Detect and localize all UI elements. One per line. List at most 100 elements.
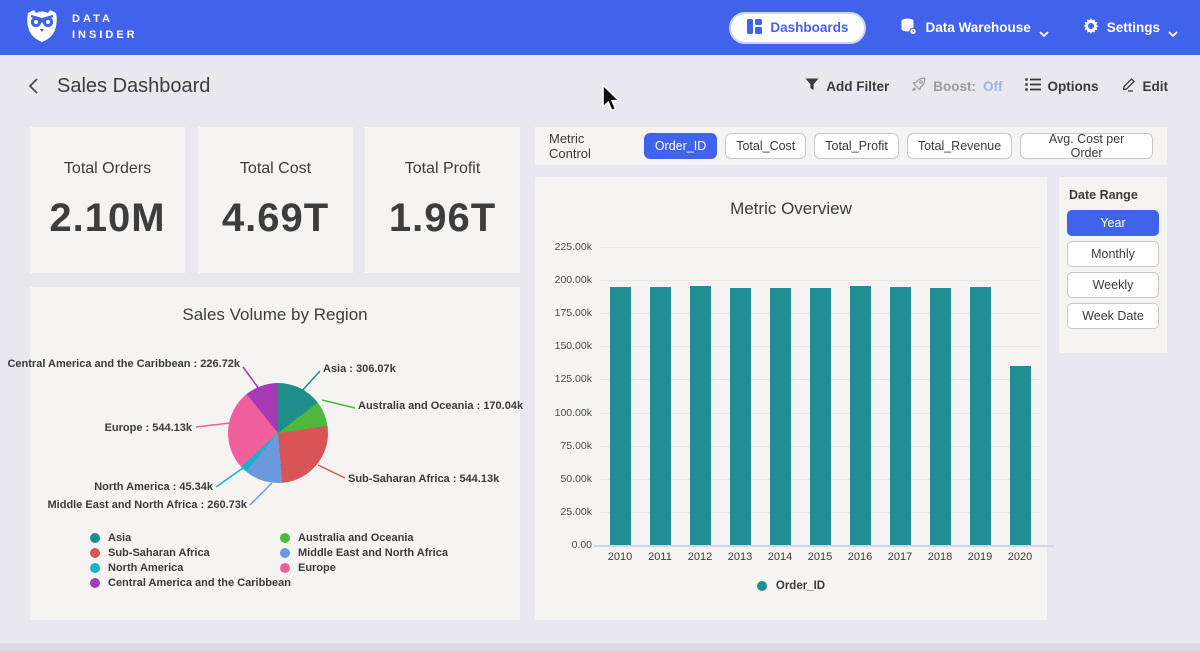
legend-label: Central America and the Caribbean	[108, 577, 291, 589]
bar[interactable]	[730, 288, 751, 545]
pie-label-europe: Europe : 544.13k	[105, 422, 192, 434]
bar[interactable]	[1010, 366, 1031, 545]
x-axis-line	[594, 545, 1054, 547]
x-axis-tick-label: 2013	[720, 551, 760, 563]
edit-button[interactable]: Edit	[1121, 77, 1169, 95]
legend-label-order-id: Order_ID	[776, 580, 825, 592]
bar[interactable]	[810, 288, 831, 545]
legend-label: Sub-Saharan Africa	[108, 547, 210, 559]
pie-label-middle-east-north-africa: Middle East and North Africa : 260.73k	[48, 499, 247, 511]
bar[interactable]	[890, 287, 911, 545]
owl-logo-icon	[22, 5, 62, 50]
legend-dot-order-id	[757, 581, 767, 591]
y-axis-tick-label: 0.00	[572, 539, 592, 551]
pie-label-australia-oceania: Australia and Oceania : 170.04k	[358, 400, 523, 412]
legend-dot	[280, 533, 290, 543]
x-axis-tick-label: 2014	[760, 551, 800, 563]
bar[interactable]	[650, 287, 671, 545]
chevron-down-icon	[1168, 25, 1178, 31]
x-axis-tick-label: 2020	[1000, 551, 1040, 563]
dashboards-grid-icon	[747, 19, 762, 37]
metric-chip-order-id[interactable]: Order_ID	[644, 133, 717, 159]
pie-chart[interactable]	[228, 383, 328, 483]
pie-label-asia: Asia : 306.07k	[323, 363, 396, 375]
kpi-label: Total Cost	[240, 160, 311, 178]
kpi-value: 2.10M	[49, 196, 165, 241]
nav-data-warehouse[interactable]: Data Warehouse	[900, 18, 1048, 38]
x-axis-tick-label: 2011	[640, 551, 680, 563]
page-title: Sales Dashboard	[57, 75, 210, 98]
y-axis-tick-label: 150.00k	[555, 340, 592, 352]
pie-legend-item[interactable]: Europe	[280, 562, 448, 573]
brand-name: DATA INSIDER	[72, 12, 138, 44]
bar[interactable]	[770, 288, 791, 545]
add-filter-button[interactable]: Add Filter	[805, 78, 889, 94]
y-axis-tick-label: 225.00k	[555, 241, 592, 253]
boost-label: Boost:	[933, 79, 976, 94]
x-axis-tick-label: 2016	[840, 551, 880, 563]
date-range-weekly-button[interactable]: Weekly	[1067, 272, 1159, 298]
y-axis-tick-label: 50.00k	[560, 473, 592, 485]
legend-label: Europe	[298, 562, 336, 574]
top-navbar: DATA INSIDER Dashboards	[0, 0, 1200, 55]
bar-chart-legend: Order_ID	[535, 580, 1047, 592]
bar-chart-title: Metric Overview	[535, 177, 1047, 219]
chevron-down-icon	[1039, 25, 1049, 31]
date-range-label: Date Range	[1069, 188, 1159, 202]
kpi-card-total-profit: Total Profit 1.96T	[365, 127, 520, 273]
legend-dot	[90, 563, 100, 573]
x-axis-tick-label: 2012	[680, 551, 720, 563]
kpi-value: 1.96T	[389, 196, 496, 241]
brand-logo: DATA INSIDER	[22, 5, 138, 50]
y-axis-tick-label: 200.00k	[555, 274, 592, 286]
metric-chip-total-revenue[interactable]: Total_Revenue	[907, 133, 1012, 159]
bar[interactable]	[850, 286, 871, 545]
nav-settings[interactable]: Settings	[1083, 18, 1178, 37]
y-axis-tick-label: 75.00k	[560, 440, 592, 452]
legend-label: North America	[108, 562, 183, 574]
date-range-year-button[interactable]: Year	[1067, 210, 1159, 236]
kpi-card-total-cost: Total Cost 4.69T	[198, 127, 353, 273]
y-axis-tick-label: 25.00k	[560, 506, 592, 518]
boost-value: Off	[983, 79, 1003, 94]
metric-chip-total-cost[interactable]: Total_Cost	[725, 133, 806, 159]
rocket-icon	[911, 77, 926, 95]
bar[interactable]	[690, 286, 711, 545]
bar-series	[600, 247, 1040, 545]
pie-legend-item[interactable]: Central America and the Caribbean	[90, 577, 291, 588]
sales-volume-by-region-panel: Sales Volume by Region Central America a…	[30, 287, 520, 620]
metric-overview-panel: Metric Overview 0.0025.00k50.00k75.00k10…	[535, 177, 1047, 620]
legend-dot	[280, 548, 290, 558]
y-axis-tick-label: 125.00k	[555, 373, 592, 385]
nav-data-warehouse-label: Data Warehouse	[925, 20, 1030, 35]
back-arrow-icon[interactable]	[26, 77, 44, 95]
metric-chip-avg-cost-per-order[interactable]: Avg. Cost per Order	[1020, 133, 1153, 159]
x-axis-tick-label: 2018	[920, 551, 960, 563]
pie-legend-item[interactable]: Sub-Saharan Africa	[90, 547, 291, 558]
bar-chart-x-axis-labels: 2010201120122013201420152016201720182019…	[600, 551, 1040, 563]
bar[interactable]	[610, 287, 631, 545]
gear-icon	[1083, 18, 1099, 37]
bar-chart-plot-area: 0.0025.00k50.00k75.00k100.00k125.00k150.…	[600, 247, 1040, 545]
database-icon	[900, 18, 917, 38]
legend-label: Australia and Oceania	[298, 532, 414, 544]
date-range-week-date-button[interactable]: Week Date	[1067, 303, 1159, 329]
options-button[interactable]: Options	[1025, 78, 1099, 94]
y-axis-tick-label: 175.00k	[555, 307, 592, 319]
legend-dot	[90, 533, 100, 543]
pie-legend-item[interactable]: North America	[90, 562, 291, 573]
x-axis-tick-label: 2019	[960, 551, 1000, 563]
legend-dot	[90, 548, 100, 558]
bar[interactable]	[930, 288, 951, 545]
nav-dashboards-button[interactable]: Dashboards	[729, 12, 866, 44]
legend-label: Asia	[108, 532, 131, 544]
kpi-label: Total Orders	[64, 160, 151, 178]
bar[interactable]	[970, 287, 991, 545]
boost-toggle[interactable]: Boost: Off	[911, 77, 1002, 95]
pie-legend-item[interactable]: Middle East and North Africa	[280, 547, 448, 558]
metric-chip-total-profit[interactable]: Total_Profit	[814, 133, 899, 159]
pie-legend-item[interactable]: Asia	[90, 532, 291, 543]
x-axis-tick-label: 2010	[600, 551, 640, 563]
pie-legend-item[interactable]: Australia and Oceania	[280, 532, 448, 543]
date-range-monthly-button[interactable]: Monthly	[1067, 241, 1159, 267]
